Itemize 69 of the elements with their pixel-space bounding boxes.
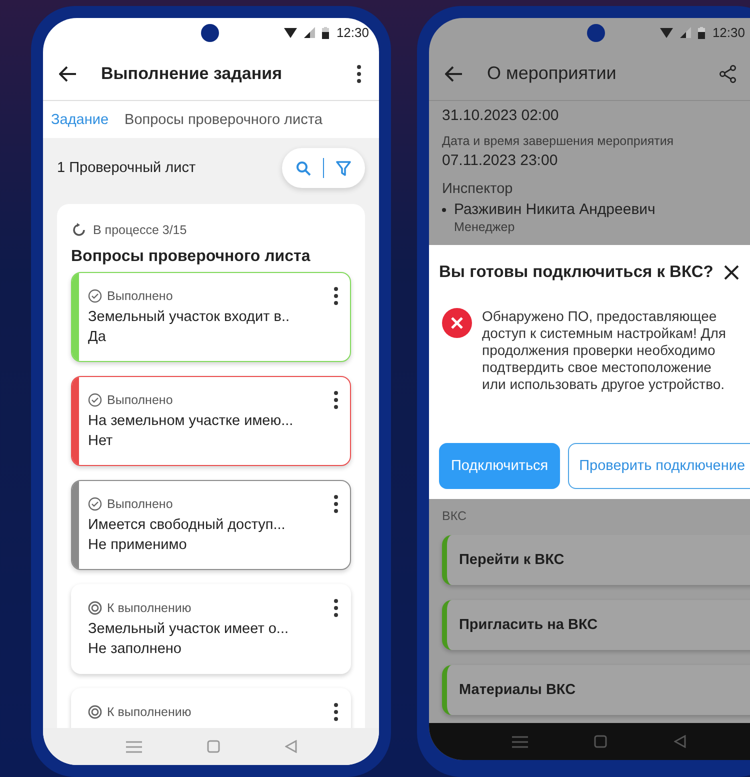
checklist-title: Вопросы проверочного листа — [71, 248, 312, 266]
search-icon[interactable] — [296, 160, 311, 176]
more-icon[interactable] — [357, 64, 361, 82]
status-label: Выполнено — [107, 393, 173, 407]
status-label: Выполнено — [107, 497, 173, 511]
detail-value: 07.11.2023 23:00 — [442, 152, 559, 169]
close-icon[interactable] — [724, 265, 739, 280]
more-icon[interactable] — [334, 495, 338, 513]
question-text: Земельный участок входит в.. — [88, 309, 291, 325]
status-time: 12:30 — [336, 25, 369, 40]
person-role: Менеджер — [454, 220, 516, 234]
action-card[interactable]: Пригласить на ВКС — [442, 600, 750, 650]
home-square-icon[interactable] — [594, 735, 608, 748]
signal-icon — [680, 27, 692, 38]
target-circle-icon — [88, 705, 102, 719]
answer-text: Нет — [88, 433, 114, 449]
wifi-icon — [660, 28, 674, 38]
section-label: ВКС — [441, 508, 468, 525]
bullet-dot — [442, 208, 446, 212]
action-card[interactable]: Перейти к ВКС — [442, 535, 750, 585]
status-label: Выполнено — [107, 289, 173, 303]
filter-icon[interactable] — [336, 160, 351, 176]
status-label: К выполнению — [107, 601, 192, 615]
question-card[interactable]: К выполнению Земельный участок имеет о... Не заполнено — [71, 584, 351, 674]
signal-icon — [304, 27, 316, 38]
more-icon[interactable] — [334, 703, 338, 721]
question-text: Земельный участок имеет о... — [88, 621, 290, 637]
detail-label: Дата и время завершения мероприятия — [442, 134, 675, 148]
status-label: К выполнению — [107, 705, 192, 719]
dialog-title: Вы готовы подключиться к ВКС? — [439, 263, 714, 282]
menu-icon[interactable] — [512, 736, 528, 748]
more-icon[interactable] — [334, 287, 338, 305]
more-icon[interactable] — [334, 391, 338, 409]
person-name: Разживин Никита Андреевич — [454, 201, 656, 218]
back-triangle-icon[interactable] — [674, 735, 686, 748]
progress-label: В процессе 3/15 — [93, 223, 187, 237]
screen-title: О мероприятии — [487, 63, 618, 84]
screen-title: Выполнение задания — [101, 64, 284, 84]
question-text: Имеется свободный доступ... — [88, 517, 286, 533]
question-card[interactable]: Выполнено Земельный участок входит в.. Да — [71, 272, 351, 362]
target-circle-icon — [88, 601, 102, 615]
progress-icon — [71, 222, 87, 238]
more-icon[interactable] — [334, 599, 338, 617]
tab[interactable]: Вопросы проверочного листа — [124, 112, 322, 128]
question-card[interactable]: К выполнению — [71, 688, 351, 728]
answer-text: Не применимо — [88, 537, 188, 553]
back-arrow-icon[interactable] — [59, 66, 77, 82]
wifi-icon — [284, 28, 298, 38]
error-icon — [442, 308, 472, 338]
question-card[interactable]: Выполнено Имеется свободный доступ... Не применимо — [71, 480, 351, 570]
check-circle-icon — [88, 393, 102, 407]
check-circle-icon — [88, 497, 102, 511]
detail-heading: Инспектор — [442, 181, 514, 197]
checklist-count: 1 Проверочный лист — [57, 160, 196, 176]
check-circle-icon — [88, 289, 102, 303]
share-icon[interactable] — [719, 64, 737, 82]
camera-hole — [201, 24, 219, 42]
answer-text: Не заполнено — [88, 641, 182, 657]
status-time: 12:30 — [712, 25, 745, 40]
answer-text: Да — [88, 329, 107, 345]
question-text: На земельном участке имею... — [88, 413, 294, 429]
battery-icon — [322, 26, 330, 38]
back-arrow-icon[interactable] — [445, 66, 463, 82]
question-card[interactable]: Выполнено На земельном участке имею... Нет — [71, 376, 351, 466]
dialog-message: Обнаружено ПО, предоставляющее доступ к системным настройкам! Для продолжения проверки необходимо подтвердить свое местоположение или использовать другое устройство. — [482, 308, 727, 394]
action-card[interactable]: Материалы ВКС — [442, 665, 750, 715]
camera-hole — [587, 24, 605, 42]
battery-icon — [698, 26, 706, 38]
detail-value: 31.10.2023 02:00 — [442, 107, 560, 124]
